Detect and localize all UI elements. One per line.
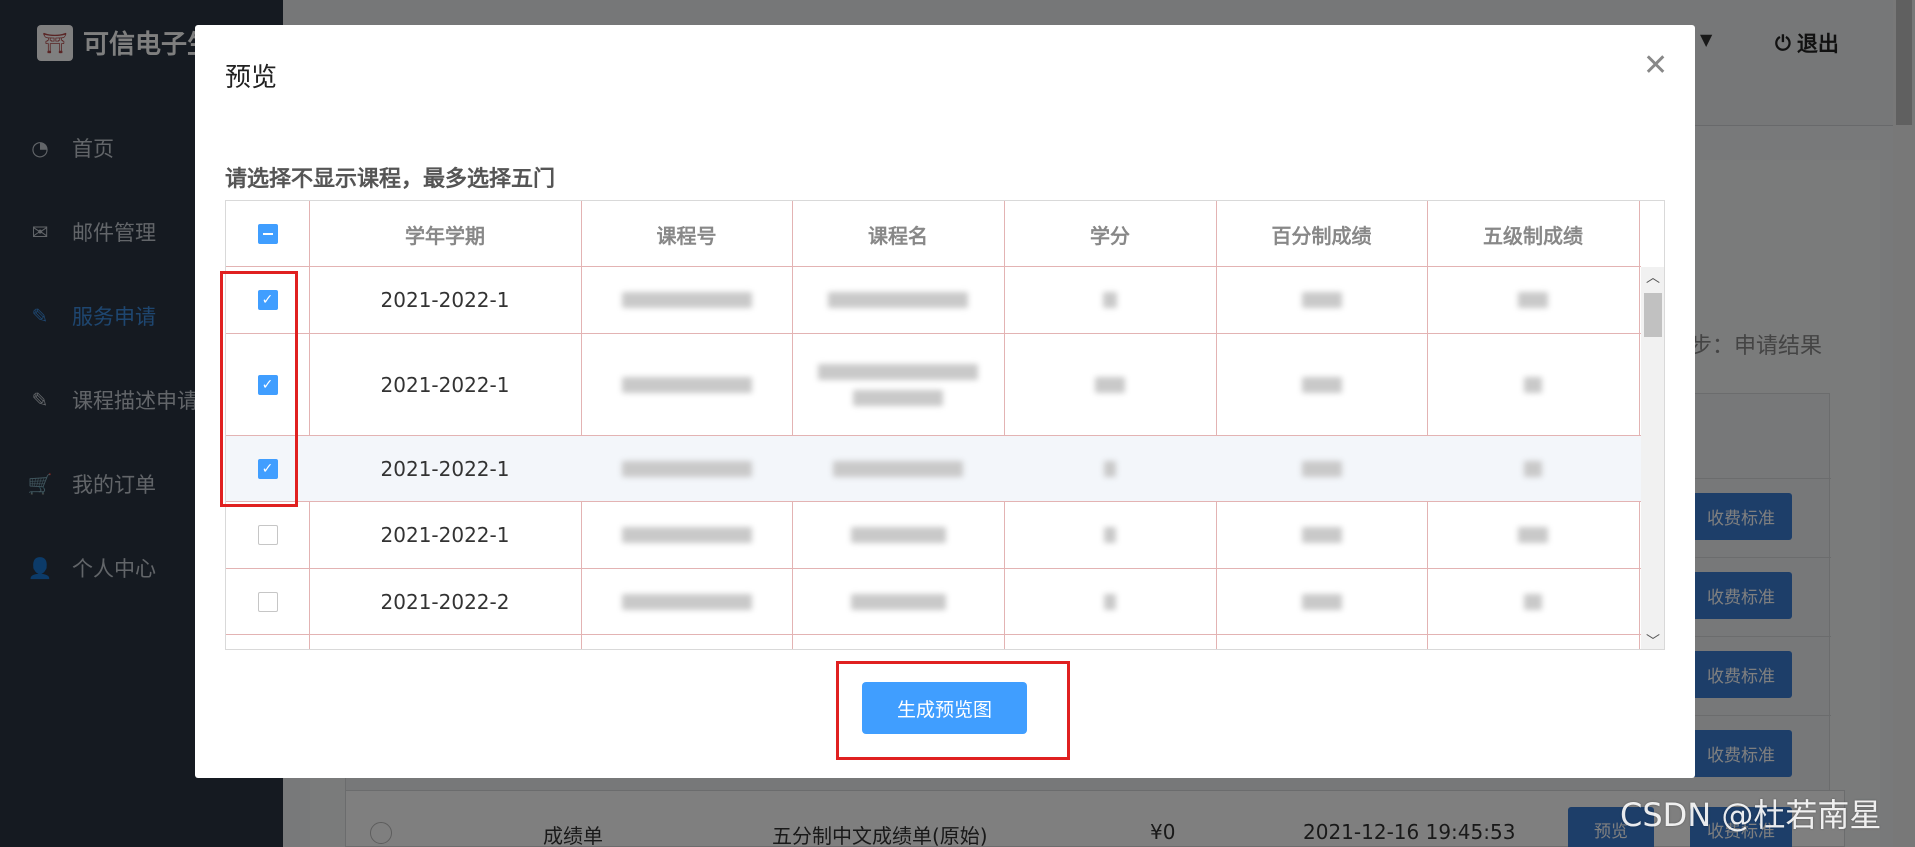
- term-cell: 2021-2022-1: [380, 523, 510, 547]
- credit-cell: [1004, 569, 1216, 634]
- table-row[interactable]: ✓ 2021-2022-1: [226, 436, 1641, 502]
- chevron-up-icon[interactable]: ︿: [1641, 267, 1664, 287]
- credit-cell: [1004, 436, 1216, 501]
- credit-cell: [1004, 334, 1216, 435]
- annotation-box-checkboxes: [220, 271, 298, 507]
- credit-cell: [1004, 502, 1216, 568]
- grade-score-cell: [1427, 502, 1639, 568]
- column-header-term[interactable]: 学年学期: [309, 201, 581, 267]
- modal-instruction: 请选择不显示课程，最多选择五门: [225, 167, 556, 192]
- percent-score-cell: [1216, 502, 1427, 568]
- column-header-grade-score[interactable]: 五级制成绩: [1427, 201, 1639, 267]
- term-cell: 2021-2022-2: [380, 589, 510, 614]
- table-row[interactable]: ✓ 2021-2022-1: [226, 334, 1641, 436]
- table-row[interactable]: 2021-2022-2: [226, 569, 1641, 635]
- course-name-cell: [792, 436, 1004, 501]
- course-id-cell: [581, 334, 792, 435]
- credit-cell: [1004, 267, 1216, 333]
- table-header: 学年学期 课程号 课程名 学分 百分制成绩 五级制成绩: [226, 201, 1641, 267]
- course-id-cell: [581, 569, 792, 634]
- percent-score-cell: [1216, 334, 1427, 435]
- percent-score-cell: [1216, 436, 1427, 501]
- column-header-course-name[interactable]: 课程名: [792, 201, 1004, 267]
- row-checkbox[interactable]: [257, 591, 278, 612]
- course-name-cell: [792, 502, 1004, 568]
- percent-score-cell: [1216, 267, 1427, 333]
- table-scrollbar[interactable]: ︿ ﹀: [1641, 267, 1664, 649]
- course-id-cell: [581, 436, 792, 501]
- column-header-course-id[interactable]: 课程号: [581, 201, 792, 267]
- percent-score-cell: [1216, 569, 1427, 634]
- term-cell: 2021-2022-1: [380, 456, 510, 481]
- table-row[interactable]: ✓ 2021-2022-1: [226, 267, 1641, 334]
- course-table: 学年学期 课程号 课程名 学分 百分制成绩 五级制成绩 ✓ 2021-2022-…: [225, 200, 1665, 650]
- column-header-credit[interactable]: 学分: [1004, 201, 1216, 267]
- close-icon[interactable]: ✕: [1643, 51, 1668, 81]
- chevron-down-icon[interactable]: ﹀: [1641, 631, 1664, 649]
- select-all-cell: [226, 201, 309, 267]
- course-name-cell: [792, 569, 1004, 634]
- grade-score-cell: [1427, 334, 1639, 435]
- course-id-cell: [581, 502, 792, 568]
- scrollbar-thumb[interactable]: [1644, 293, 1662, 337]
- course-name-cell: [792, 334, 1004, 435]
- grade-score-cell: [1427, 569, 1639, 634]
- course-id-cell: [581, 267, 792, 333]
- grade-score-cell: [1427, 267, 1639, 333]
- select-all-checkbox[interactable]: [257, 224, 278, 244]
- term-cell: 2021-2022-1: [380, 372, 510, 397]
- annotation-box-generate: [836, 661, 1070, 760]
- watermark: CSDN @杜若南星: [1620, 796, 1882, 834]
- row-checkbox[interactable]: [257, 525, 278, 545]
- grade-score-cell: [1427, 436, 1639, 501]
- column-header-percent-score[interactable]: 百分制成绩: [1216, 201, 1427, 267]
- table-row[interactable]: 2021-2022-1: [226, 502, 1641, 569]
- modal-title: 预览: [225, 63, 278, 93]
- course-name-cell: [792, 267, 1004, 333]
- term-cell: 2021-2022-1: [380, 288, 510, 312]
